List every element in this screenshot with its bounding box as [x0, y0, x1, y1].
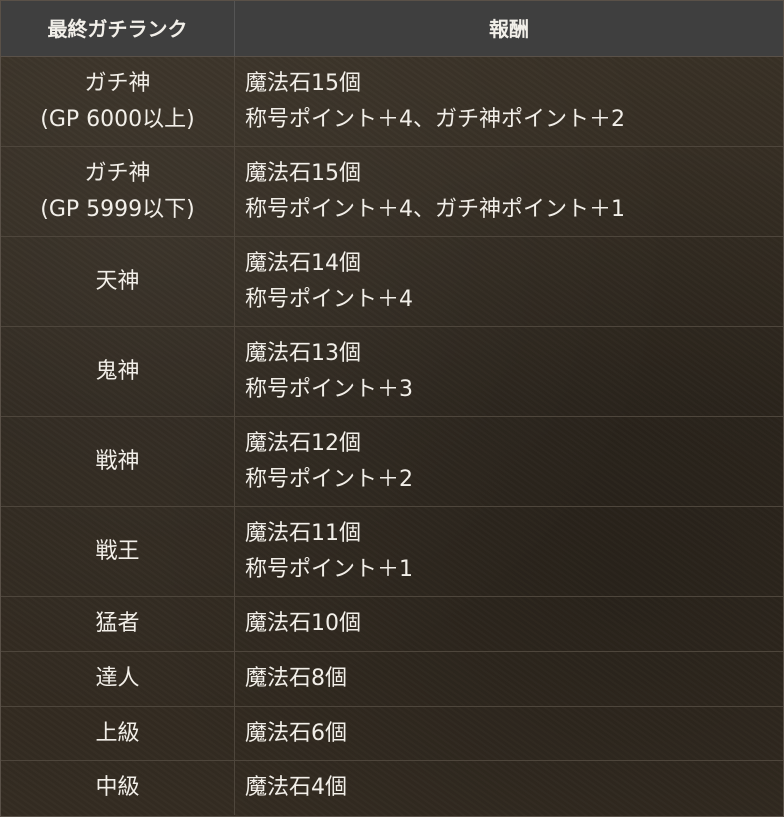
- reward-line: 魔法石4個: [245, 775, 347, 800]
- rank-cell: 戦神: [1, 417, 235, 506]
- header-reward: 報酬: [235, 1, 783, 56]
- reward-cell: 魔法石12個 称号ポイント＋2: [235, 417, 783, 506]
- reward-line: 魔法石15個: [245, 160, 361, 186]
- rank-cell: ガチ神 (GP 6000以上): [1, 57, 235, 146]
- reward-cell: 魔法石14個 称号ポイント＋4: [235, 237, 783, 326]
- rank-cell: 天神: [1, 237, 235, 326]
- rank-name: 戦王: [95, 538, 140, 564]
- reward-cell: 魔法石15個 称号ポイント＋4、ガチ神ポイント＋1: [235, 147, 783, 236]
- reward-line: 称号ポイント＋4、ガチ神ポイント＋1: [245, 196, 625, 222]
- table-row: 天神 魔法石14個 称号ポイント＋4: [1, 237, 783, 327]
- reward-cell: 魔法石13個 称号ポイント＋3: [235, 327, 783, 416]
- reward-cell: 魔法石10個: [235, 597, 783, 651]
- header-rank-label: 最終ガチランク: [47, 16, 188, 41]
- reward-cell: 魔法石8個: [235, 652, 783, 706]
- rank-cell: 上級: [1, 707, 235, 760]
- rank-name: 達人: [95, 666, 140, 691]
- reward-line: 魔法石15個: [245, 70, 361, 96]
- reward-line: 魔法石13個: [245, 340, 361, 366]
- rank-name: ガチ神: [84, 70, 151, 96]
- reward-line: 魔法石12個: [245, 430, 361, 456]
- rank-name: 上級: [95, 720, 140, 746]
- rank-name: 天神: [95, 268, 140, 294]
- table-header: 最終ガチランク 報酬: [1, 1, 783, 57]
- rank-name: 鬼神: [95, 358, 140, 384]
- table-row: ガチ神 (GP 5999以下) 魔法石15個 称号ポイント＋4、ガチ神ポイント＋…: [1, 147, 783, 237]
- reward-line: 魔法石14個: [245, 250, 361, 276]
- header-rank: 最終ガチランク: [1, 1, 235, 56]
- rank-cell: 猛者: [1, 597, 235, 651]
- reward-cell: 魔法石4個: [235, 761, 783, 815]
- rank-cell: ガチ神 (GP 5999以下): [1, 147, 235, 236]
- reward-line: 称号ポイント＋4: [245, 286, 413, 312]
- table-row: ガチ神 (GP 6000以上) 魔法石15個 称号ポイント＋4、ガチ神ポイント＋…: [1, 57, 783, 147]
- table-row: 達人 魔法石8個: [1, 652, 783, 707]
- reward-line: 称号ポイント＋4、ガチ神ポイント＋2: [245, 106, 625, 132]
- rank-name: ガチ神: [84, 160, 151, 186]
- rank-name: 戦神: [95, 448, 140, 474]
- reward-table: 最終ガチランク 報酬 ガチ神 (GP 6000以上) 魔法石15個 称号ポイント…: [0, 0, 784, 817]
- reward-line: 魔法石6個: [245, 720, 347, 746]
- reward-line: 称号ポイント＋2: [245, 466, 413, 492]
- table-row: 鬼神 魔法石13個 称号ポイント＋3: [1, 327, 783, 417]
- table-row: 戦神 魔法石12個 称号ポイント＋2: [1, 417, 783, 507]
- table-row: 戦王 魔法石11個 称号ポイント＋1: [1, 507, 783, 597]
- rank-cell: 中級: [1, 761, 235, 815]
- rank-cell: 達人: [1, 652, 235, 706]
- reward-cell: 魔法石15個 称号ポイント＋4、ガチ神ポイント＋2: [235, 57, 783, 146]
- header-reward-label: 報酬: [489, 16, 529, 41]
- rank-condition: (GP 6000以上): [40, 106, 195, 132]
- reward-line: 称号ポイント＋3: [245, 376, 413, 402]
- rank-cell: 戦王: [1, 507, 235, 596]
- reward-line: 魔法石10個: [245, 611, 361, 636]
- rank-name: 中級: [95, 775, 140, 800]
- reward-line: 称号ポイント＋1: [245, 556, 413, 582]
- rank-name: 猛者: [95, 611, 140, 636]
- reward-line: 魔法石8個: [245, 666, 347, 691]
- reward-cell: 魔法石6個: [235, 707, 783, 760]
- reward-cell: 魔法石11個 称号ポイント＋1: [235, 507, 783, 596]
- table-row: 上級 魔法石6個: [1, 707, 783, 761]
- rank-condition: (GP 5999以下): [40, 196, 195, 222]
- reward-line: 魔法石11個: [245, 520, 361, 546]
- table-row: 中級 魔法石4個: [1, 761, 783, 815]
- table-row: 猛者 魔法石10個: [1, 597, 783, 652]
- rank-cell: 鬼神: [1, 327, 235, 416]
